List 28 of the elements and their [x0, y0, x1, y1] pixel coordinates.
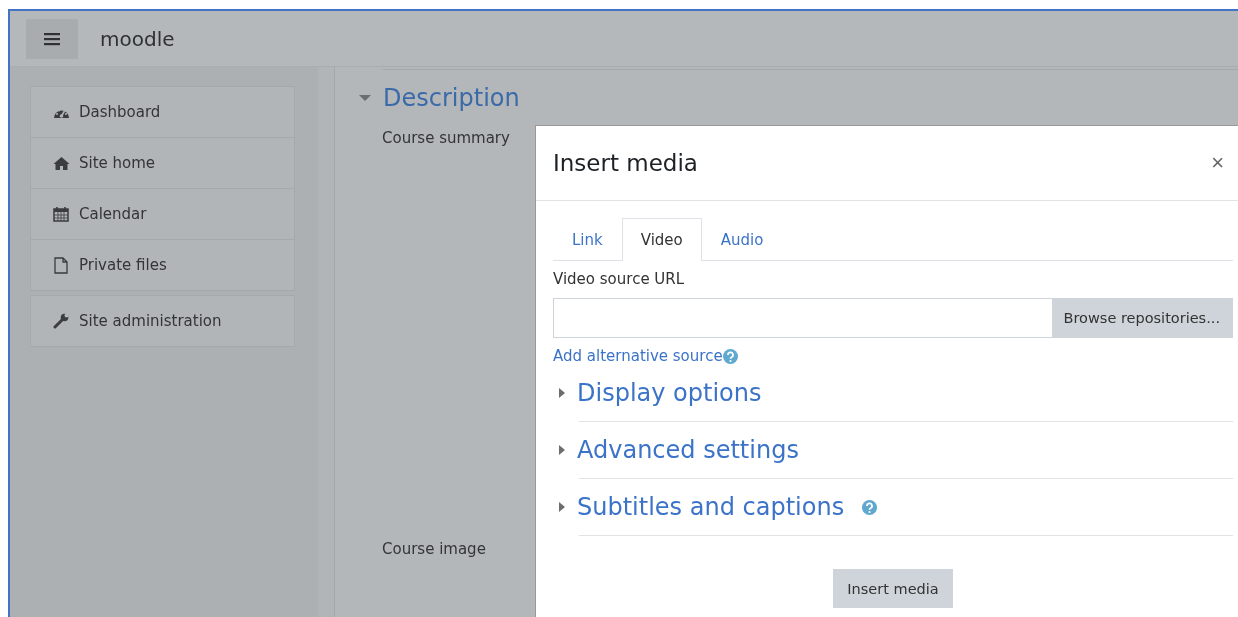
field-label: Course image — [382, 540, 486, 558]
section-title[interactable]: Display options — [577, 379, 762, 407]
site-name[interactable]: moodle — [100, 26, 175, 51]
nav-item[interactable]: Site home — [30, 137, 295, 189]
field-label: Course summary — [382, 129, 510, 147]
nav-item[interactable]: Dashboard — [30, 86, 295, 138]
nav-item[interactable]: Private files — [30, 239, 295, 291]
menu-icon — [44, 31, 60, 46]
section-title[interactable]: Subtitles and captions — [577, 493, 845, 521]
browse-button[interactable]: Browse repositories... — [1051, 299, 1232, 337]
dialog-title: Insert media — [553, 150, 698, 176]
field-label: Video source URL — [553, 270, 686, 288]
section-title[interactable]: Advanced settings — [577, 436, 799, 464]
insert-button[interactable]: Insert media — [833, 569, 953, 608]
file-icon — [54, 256, 68, 274]
tab[interactable]: Audio — [701, 218, 783, 261]
menu-button[interactable] — [26, 18, 78, 59]
help-icon — [722, 348, 738, 364]
calendar-icon — [53, 206, 69, 222]
tab[interactable]: Video — [621, 218, 702, 261]
url-field[interactable]: Browse repositories... — [553, 298, 1233, 338]
add-source-link[interactable]: Add alternative source — [553, 347, 723, 365]
nav-item[interactable]: Calendar — [30, 188, 295, 240]
home-icon — [52, 156, 70, 170]
nav-item[interactable]: Site administration — [30, 295, 295, 347]
wrench-icon — [53, 313, 69, 329]
tab[interactable]: Link — [553, 218, 622, 261]
close-button[interactable]: × — [1207, 150, 1228, 176]
